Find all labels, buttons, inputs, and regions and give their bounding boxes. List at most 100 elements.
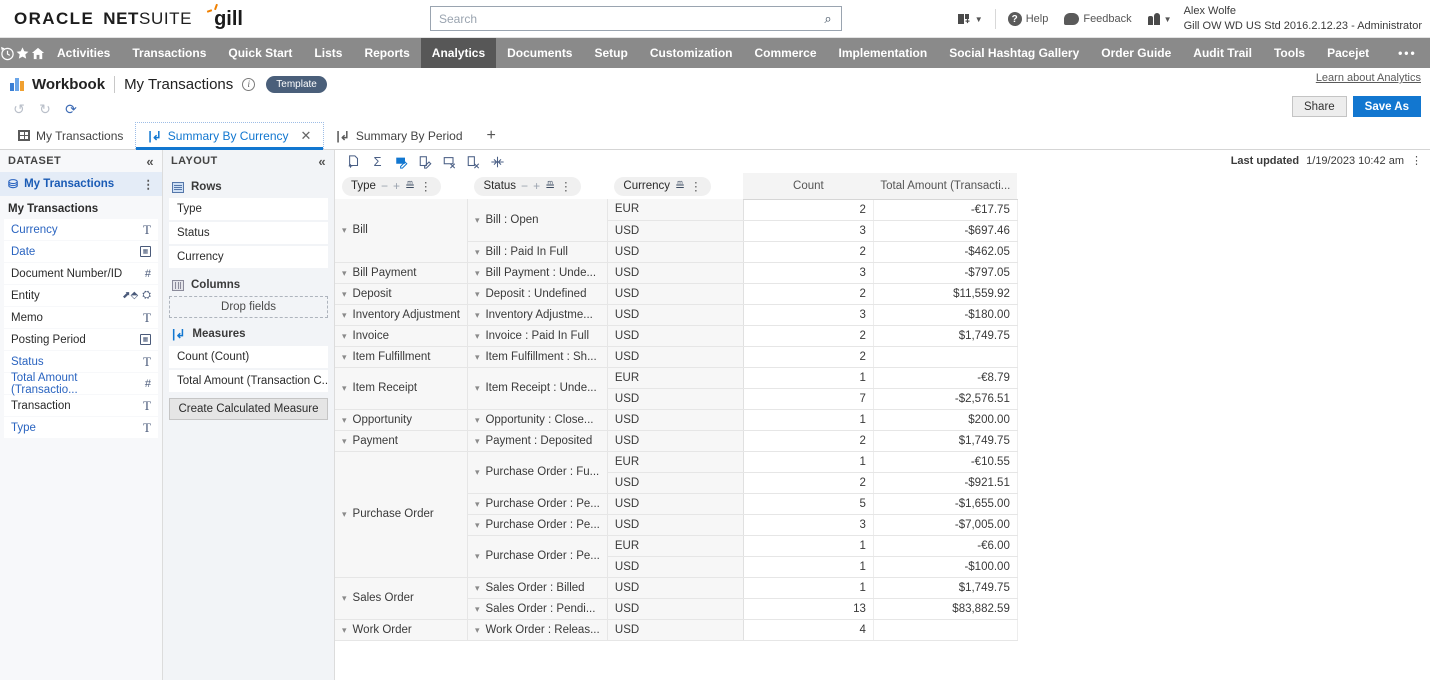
cell-status[interactable]: ▾Work Order : Releas... (467, 619, 607, 640)
nav-item-transactions[interactable]: Transactions (121, 38, 217, 68)
dataset-field-memo[interactable]: MemoT (4, 307, 158, 328)
nav-item-analytics[interactable]: Analytics (421, 38, 496, 68)
nav-item-audit-trail[interactable]: Audit Trail (1182, 38, 1263, 68)
feedback-button[interactable]: Feedback (1056, 13, 1139, 25)
quick-add-menu[interactable]: ▼ (949, 12, 991, 26)
chevron-down-icon[interactable]: ▾ (475, 383, 480, 393)
field-chip-currency[interactable]: Currency ≞ ⋮ (614, 177, 710, 196)
cell-status[interactable]: ▾Invoice : Paid In Full (467, 325, 607, 346)
columns-dropzone[interactable]: Drop fields (169, 296, 328, 318)
cell-status[interactable]: ▾Purchase Order : Pe... (467, 535, 607, 577)
cell-type[interactable]: ▾Payment (335, 430, 467, 451)
redo-icon[interactable]: ↻ (34, 99, 56, 119)
dataset-field-entity[interactable]: Entity⬈⬘⛭ (4, 285, 158, 306)
cell-status[interactable]: ▾Bill : Paid In Full (467, 241, 607, 262)
info-icon[interactable]: i (242, 78, 255, 91)
chevron-down-icon[interactable]: ▾ (475, 352, 480, 362)
cell-type[interactable]: ▾Opportunity (335, 409, 467, 430)
sort-icon[interactable]: ≞ (545, 179, 555, 193)
cell-status[interactable]: ▾Purchase Order : Fu... (467, 451, 607, 493)
tab-summary-by-currency[interactable]: |↲Summary By Currency✕ (135, 122, 324, 149)
dataset-field-posting-period[interactable]: Posting Period▦ (4, 329, 158, 350)
chevron-down-icon[interactable]: ▾ (475, 520, 480, 530)
nav-item-implementation[interactable]: Implementation (828, 38, 939, 68)
edit-column-icon[interactable] (415, 152, 436, 171)
refresh-icon[interactable]: ⟳ (60, 99, 82, 119)
delete-column-icon[interactable] (463, 152, 484, 171)
tab-summary-by-period[interactable]: |↲Summary By Period (324, 122, 474, 149)
dataset-field-type[interactable]: TypeT (4, 417, 158, 438)
undo-icon[interactable]: ↺ (8, 99, 30, 119)
sort-icon[interactable]: ≞ (675, 179, 685, 193)
nav-item-lists[interactable]: Lists (303, 38, 353, 68)
dataset-selected-item[interactable]: ⛁ My Transactions ⋮ (0, 172, 162, 196)
delete-row-icon[interactable] (439, 152, 460, 171)
fit-width-icon[interactable] (487, 152, 508, 171)
layout-row-field-currency[interactable]: Currency (169, 246, 328, 268)
nav-item-activities[interactable]: Activities (46, 38, 121, 68)
cell-status[interactable]: ▾Payment : Deposited (467, 430, 607, 451)
share-button[interactable]: Share (1292, 96, 1347, 117)
create-calculated-measure-button[interactable]: Create Calculated Measure (169, 398, 328, 420)
cell-status[interactable]: ▾Bill : Open (467, 199, 607, 241)
cell-status[interactable]: ▾Bill Payment : Unde... (467, 262, 607, 283)
collapse-all-icon[interactable]: − (381, 179, 388, 193)
cell-status[interactable]: ▾Purchase Order : Pe... (467, 493, 607, 514)
field-chip-status[interactable]: Status − + ≞ ⋮ (474, 177, 580, 196)
cell-status[interactable]: ▾Item Fulfillment : Sh... (467, 346, 607, 367)
cell-status[interactable]: ▾Deposit : Undefined (467, 283, 607, 304)
chevron-down-icon[interactable]: ▾ (475, 499, 480, 509)
nav-item-documents[interactable]: Documents (496, 38, 583, 68)
field-chip-type[interactable]: Type − + ≞ ⋮ (342, 177, 441, 196)
cell-type[interactable]: ▾Bill (335, 199, 467, 262)
chevron-down-icon[interactable]: ▾ (475, 310, 480, 320)
chevron-down-icon[interactable]: ▾ (342, 383, 347, 393)
chevron-down-icon[interactable]: ▾ (342, 352, 347, 362)
cell-type[interactable]: ▾Deposit (335, 283, 467, 304)
cell-type[interactable]: ▾Purchase Order (335, 451, 467, 577)
layout-row-field-type[interactable]: Type (169, 198, 328, 220)
cell-type[interactable]: ▾Sales Order (335, 577, 467, 619)
user-switch-menu[interactable]: ▼ (1140, 13, 1180, 25)
chevron-down-icon[interactable]: ▾ (475, 247, 480, 257)
dataset-field-date[interactable]: Date▦ (4, 241, 158, 262)
chevron-down-icon[interactable]: ▾ (475, 583, 480, 593)
cell-type[interactable]: ▾Bill Payment (335, 262, 467, 283)
chevron-down-icon[interactable]: ▾ (475, 551, 480, 561)
nav-item-setup[interactable]: Setup (583, 38, 638, 68)
cell-type[interactable]: ▾Item Fulfillment (335, 346, 467, 367)
nav-item-reports[interactable]: Reports (353, 38, 420, 68)
nav-item-customization[interactable]: Customization (639, 38, 744, 68)
chevron-down-icon[interactable]: ▾ (475, 467, 480, 477)
search-input[interactable] (431, 7, 815, 30)
cell-status[interactable]: ▾Inventory Adjustme... (467, 304, 607, 325)
nav-item-social-hashtag-gallery[interactable]: Social Hashtag Gallery (938, 38, 1090, 68)
dataset-field-document-number-id[interactable]: Document Number/ID# (4, 263, 158, 284)
chevron-down-icon[interactable]: ▾ (342, 509, 347, 519)
nav-item-pacejet[interactable]: Pacejet (1316, 38, 1380, 68)
cell-status[interactable]: ▾Purchase Order : Pe... (467, 514, 607, 535)
chip-menu-icon[interactable]: ⋮ (690, 179, 702, 193)
nav-item-order-guide[interactable]: Order Guide (1090, 38, 1182, 68)
cell-status[interactable]: ▾Item Receipt : Unde... (467, 367, 607, 409)
save-as-button[interactable]: Save As (1353, 96, 1421, 117)
search-icon[interactable]: ⌕ (815, 11, 841, 27)
add-tab-button[interactable]: + (475, 122, 508, 149)
grid-menu-icon[interactable]: ⋮ (1411, 154, 1422, 167)
cell-type[interactable]: ▾Work Order (335, 619, 467, 640)
nav-overflow-button[interactable]: ••• (1380, 38, 1430, 68)
chevron-down-icon[interactable]: ▾ (475, 215, 480, 225)
layout-measure-field-count-count[interactable]: Count (Count) (169, 346, 328, 368)
chevron-down-icon[interactable]: ▾ (342, 268, 347, 278)
chevron-down-icon[interactable]: ▾ (475, 625, 480, 635)
expand-all-icon[interactable]: + (393, 179, 400, 193)
cell-status[interactable]: ▾Sales Order : Billed (467, 577, 607, 598)
column-header-count[interactable]: Count (743, 173, 873, 199)
close-tab-icon[interactable]: ✕ (301, 128, 312, 144)
chevron-down-icon[interactable]: ▾ (342, 310, 347, 320)
chevron-down-icon[interactable]: ▾ (342, 225, 347, 235)
dataset-field-currency[interactable]: CurrencyT (4, 219, 158, 240)
chevron-down-icon[interactable]: ▾ (475, 331, 480, 341)
chevron-down-icon[interactable]: ▾ (475, 604, 480, 614)
cell-status[interactable]: ▾Opportunity : Close... (467, 409, 607, 430)
